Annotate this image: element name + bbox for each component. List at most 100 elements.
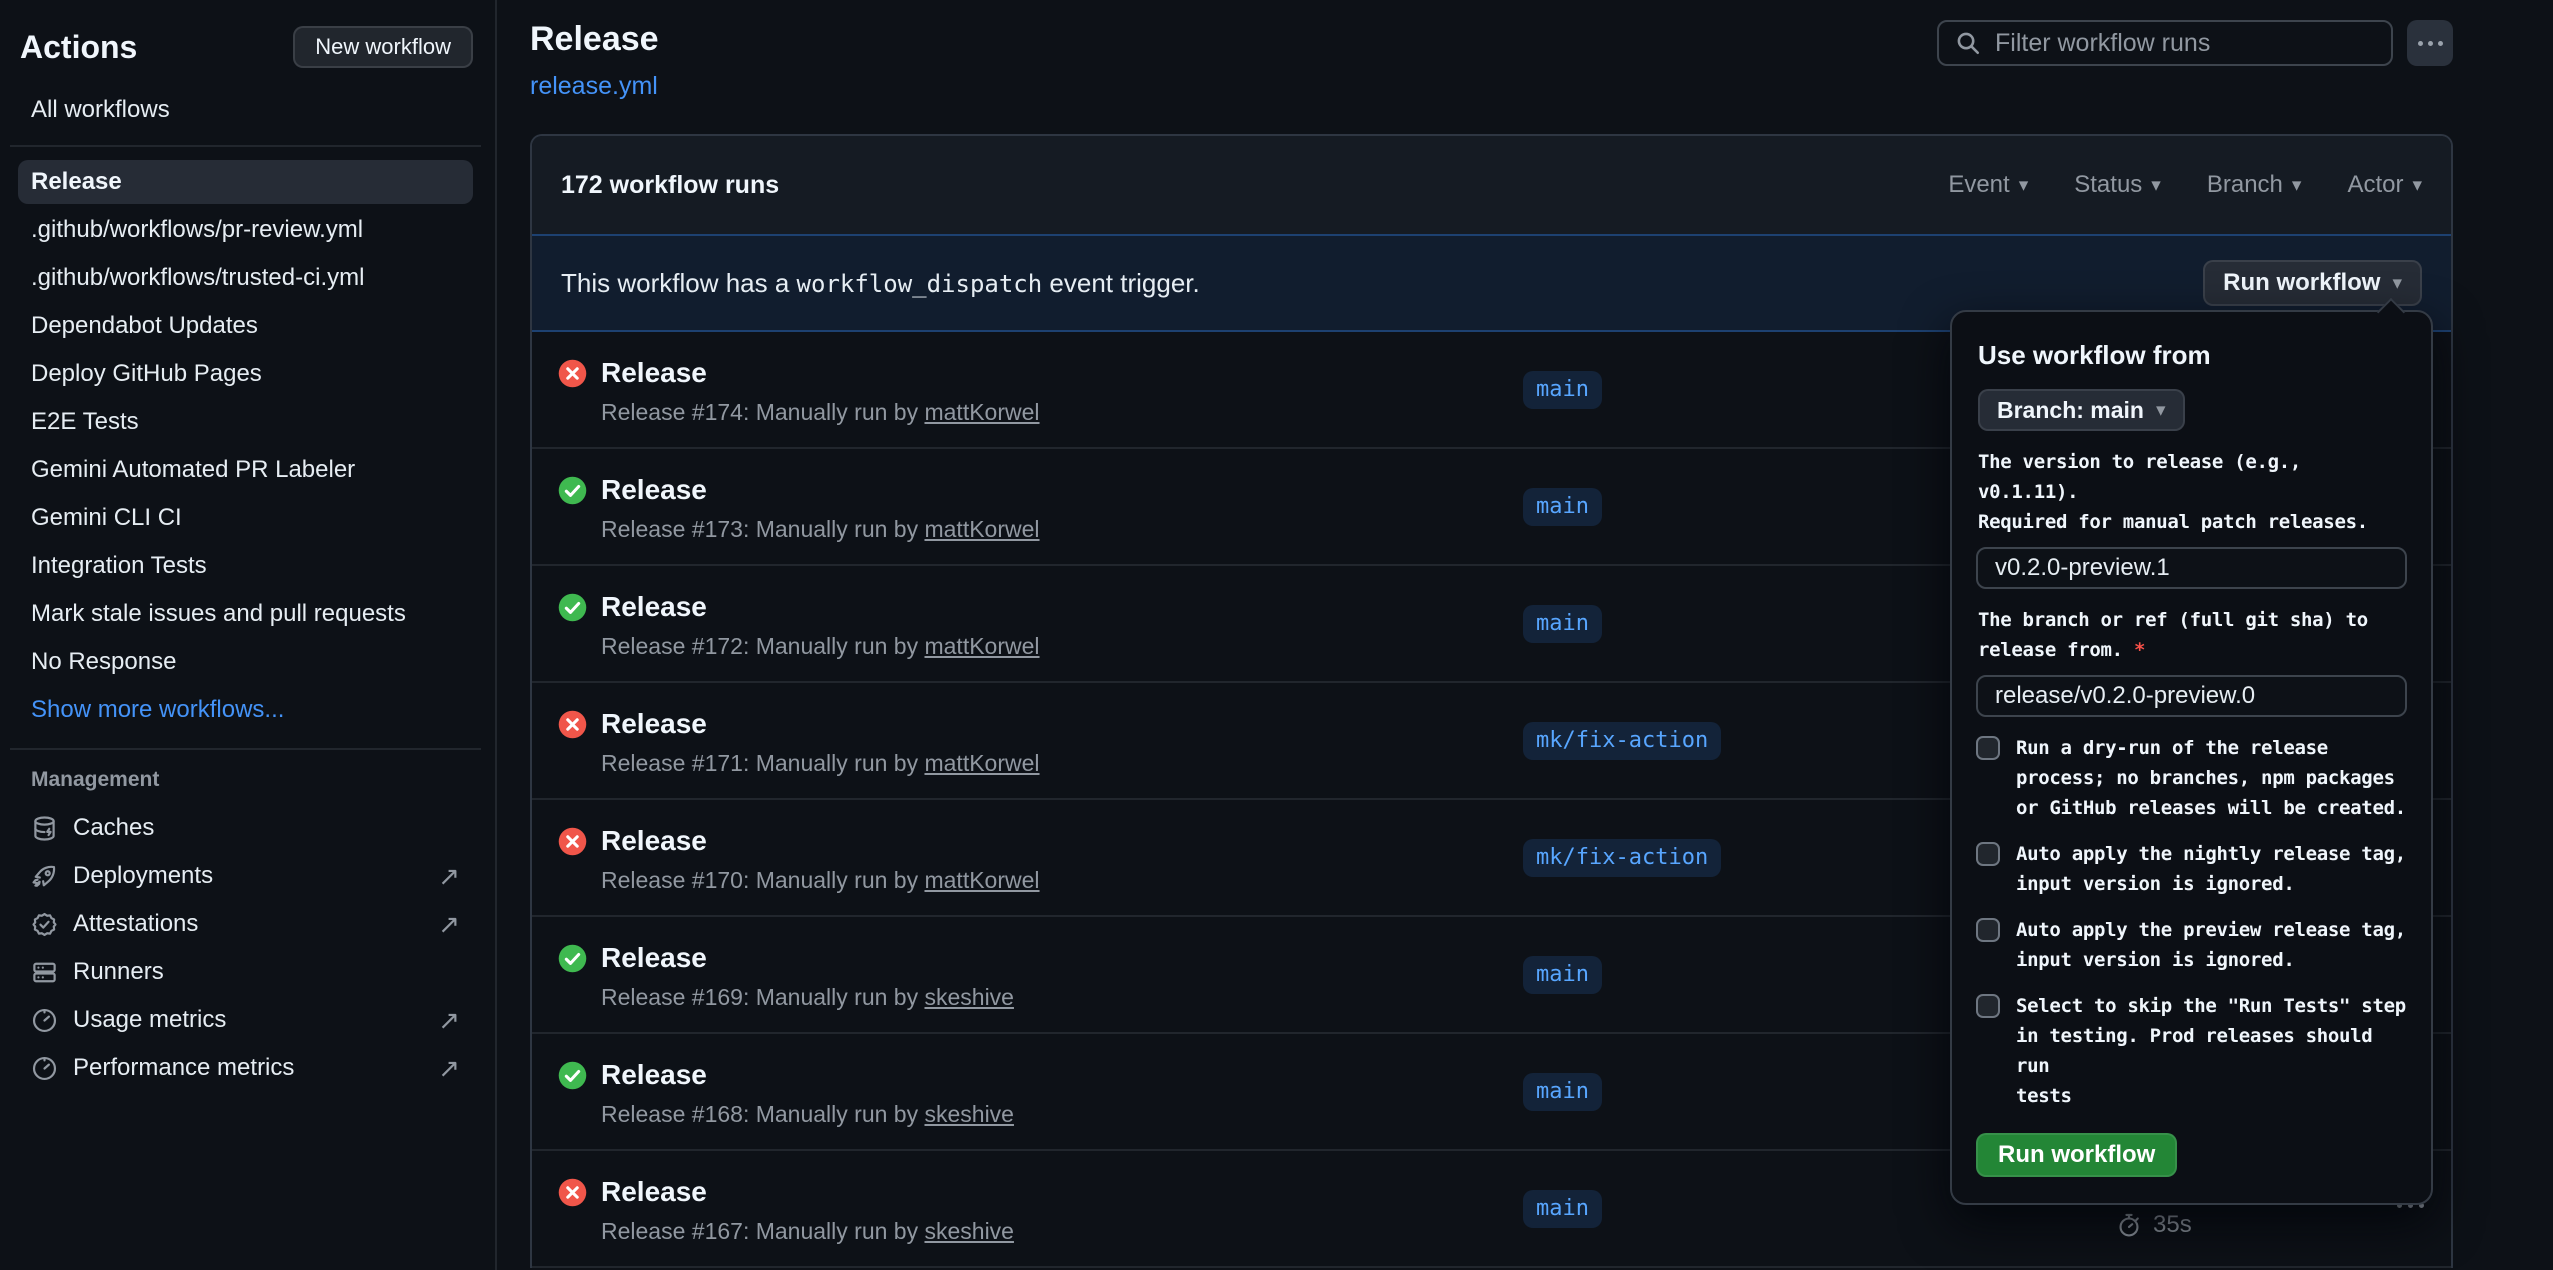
run-title-link[interactable]: Release <box>601 942 707 974</box>
sidebar-item-no-response[interactable]: No Response <box>18 640 473 684</box>
management-heading: Management <box>31 768 473 792</box>
sidebar-item-label: Runners <box>73 958 164 986</box>
failure-icon <box>558 1178 587 1207</box>
filter-workflow-runs-input[interactable] <box>1993 28 2375 59</box>
actor-link[interactable]: mattKorwel <box>924 750 1039 776</box>
checkbox-group-3: Auto apply the preview release tag, inpu… <box>1976 915 2407 975</box>
sidebar-item-performance-metrics[interactable]: Performance metrics↗ <box>18 1046 473 1090</box>
sidebar-item-label: Caches <box>73 814 154 842</box>
run-description: Release #168: Manually run by skeshive <box>601 1101 1523 1128</box>
branch-badge[interactable]: main <box>1523 1073 1602 1111</box>
run-title-link[interactable]: Release <box>601 708 707 740</box>
verified-icon <box>31 911 58 938</box>
filter-branch[interactable]: Branch▾ <box>2207 171 2302 199</box>
stopwatch-icon <box>2116 1212 2142 1238</box>
failure-icon <box>558 359 587 388</box>
branch-badge[interactable]: main <box>1523 605 1602 643</box>
checkbox-label-3: Auto apply the preview release tag, inpu… <box>2016 915 2406 975</box>
field-label-2: The branch or ref (full git sha) to rele… <box>1978 605 2407 665</box>
sidebar-item-dependabot-updates[interactable]: Dependabot Updates <box>18 304 473 348</box>
run-duration: 35s <box>2153 1211 2192 1239</box>
runs-filters: Event▾Status▾Branch▾Actor▾ <box>1948 171 2422 199</box>
success-icon <box>558 476 587 505</box>
sidebar-item-label: Performance metrics <box>73 1054 294 1082</box>
run-description: Release #172: Manually run by mattKorwel <box>601 633 1523 660</box>
sidebar-item-all-workflows[interactable]: All workflows <box>18 88 473 132</box>
sidebar-item-release[interactable]: Release <box>18 160 473 204</box>
sidebar-item-runners[interactable]: Runners <box>18 950 473 994</box>
sidebar-item-label: Deployments <box>73 862 213 890</box>
branch-badge[interactable]: mk/fix-action <box>1523 722 1721 760</box>
external-link-icon: ↗ <box>438 1007 460 1033</box>
sidebar-item-github-workflows-trusted-ci-yml[interactable]: .github/workflows/trusted-ci.yml <box>18 256 473 300</box>
kebab-dots-icon <box>2418 41 2423 46</box>
cache-icon <box>31 815 58 842</box>
checkbox-label-2: Auto apply the nightly release tag, inpu… <box>2016 839 2406 899</box>
checkbox-4[interactable] <box>1976 994 2000 1018</box>
branch-badge[interactable]: main <box>1523 488 1602 526</box>
sidebar-item-gemini-automated-pr-labeler[interactable]: Gemini Automated PR Labeler <box>18 448 473 492</box>
filter-actor[interactable]: Actor ▾ <box>2347 171 2422 199</box>
workflow-options-kebab-button[interactable] <box>2407 20 2453 66</box>
run-title-link[interactable]: Release <box>601 357 707 389</box>
sidebar-item-show-more-workflows[interactable]: Show more workflows... <box>18 688 473 732</box>
banner-text: This workflow has a workflow_dispatch ev… <box>561 268 1200 299</box>
sidebar-item-attestations[interactable]: Attestations↗ <box>18 902 473 946</box>
field-input-2[interactable] <box>1976 675 2407 717</box>
filter-status[interactable]: Status▾ <box>2074 171 2161 199</box>
actor-link[interactable]: mattKorwel <box>924 516 1039 542</box>
rocket-icon <box>31 863 58 890</box>
sidebar-item-gemini-cli-ci[interactable]: Gemini CLI CI <box>18 496 473 540</box>
run-title-link[interactable]: Release <box>601 825 707 857</box>
sidebar-item-usage-metrics[interactable]: Usage metrics↗ <box>18 998 473 1042</box>
branch-badge[interactable]: main <box>1523 956 1602 994</box>
branch-badge[interactable]: mk/fix-action <box>1523 839 1721 877</box>
checkbox-1[interactable] <box>1976 736 2000 760</box>
filter-workflow-runs-field[interactable] <box>1937 20 2393 66</box>
checkbox-2[interactable] <box>1976 842 2000 866</box>
field-input-1[interactable] <box>1976 547 2407 589</box>
run-description: Release #169: Manually run by skeshive <box>601 984 1523 1011</box>
chevron-down-icon: ▾ <box>2156 401 2166 420</box>
actor-link[interactable]: mattKorwel <box>924 399 1039 425</box>
actor-link[interactable]: mattKorwel <box>924 867 1039 893</box>
workflow-file-link[interactable]: release.yml <box>530 72 658 101</box>
run-description: Release #171: Manually run by mattKorwel <box>601 750 1523 777</box>
use-workflow-from-heading: Use workflow from <box>1978 340 2407 371</box>
filter-label: Actor <box>2347 171 2403 199</box>
sidebar-item-caches[interactable]: Caches <box>18 806 473 850</box>
new-workflow-button[interactable]: New workflow <box>293 26 473 68</box>
sidebar-item-github-workflows-pr-review-yml[interactable]: .github/workflows/pr-review.yml <box>18 208 473 252</box>
chevron-down-icon: ▾ <box>2019 176 2029 195</box>
actor-link[interactable]: skeshive <box>924 1218 1013 1244</box>
run-title-link[interactable]: Release <box>601 474 707 506</box>
sidebar-title: Actions <box>20 29 137 66</box>
actor-link[interactable]: skeshive <box>924 984 1013 1010</box>
run-workflow-submit-button[interactable]: Run workflow <box>1976 1133 2177 1177</box>
sidebar-item-mark-stale-issues-and-pull-requests[interactable]: Mark stale issues and pull requests <box>18 592 473 636</box>
branch-select-button[interactable]: Branch: main ▾ <box>1978 389 2185 431</box>
branch-badge[interactable]: main <box>1523 371 1602 409</box>
sidebar-item-integration-tests[interactable]: Integration Tests <box>18 544 473 588</box>
run-description: Release #173: Manually run by mattKorwel <box>601 516 1523 543</box>
run-title-link[interactable]: Release <box>601 591 707 623</box>
run-title-link[interactable]: Release <box>601 1176 707 1208</box>
sidebar-item-e2e-tests[interactable]: E2E Tests <box>18 400 473 444</box>
filter-event[interactable]: Event▾ <box>1948 171 2028 199</box>
external-link-icon: ↗ <box>438 863 460 889</box>
branch-badge[interactable]: main <box>1523 1190 1602 1228</box>
sidebar-item-deployments[interactable]: Deployments ↗ <box>18 854 473 898</box>
run-title-link[interactable]: Release <box>601 1059 707 1091</box>
checkbox-3[interactable] <box>1976 918 2000 942</box>
server-icon <box>31 959 58 986</box>
run-description: Release #170: Manually run by mattKorwel <box>601 867 1523 894</box>
checkbox-label-4: Select to skip the "Run Tests" step in t… <box>2016 991 2407 1111</box>
sidebar-divider-2 <box>10 748 481 750</box>
external-link-icon: ↗ <box>438 911 460 937</box>
filter-label: Branch <box>2207 171 2283 199</box>
sidebar-item-deploy-github-pages[interactable]: Deploy GitHub Pages <box>18 352 473 396</box>
required-asterisk: * <box>2123 639 2145 661</box>
actor-link[interactable]: skeshive <box>924 1101 1013 1127</box>
actor-link[interactable]: mattKorwel <box>924 633 1039 659</box>
chevron-down-icon: ▾ <box>2412 176 2422 195</box>
